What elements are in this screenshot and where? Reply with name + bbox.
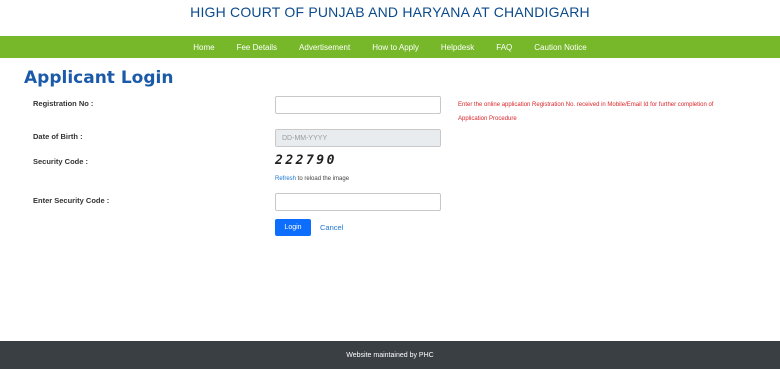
security-code-label: Security Code : — [33, 157, 89, 166]
footer: Website maintained by PHC — [0, 341, 780, 369]
enter-security-code-label: Enter Security Code : — [33, 196, 110, 205]
cancel-link[interactable]: Cancel — [320, 223, 343, 232]
nav-item-caution-notice[interactable]: Caution Notice — [523, 43, 597, 52]
footer-text: Website maintained by PHC — [346, 351, 434, 359]
dob-input[interactable] — [275, 129, 441, 147]
refresh-line: Refresh to reload the image — [275, 176, 349, 182]
refresh-captcha-link[interactable]: Refresh — [275, 176, 296, 182]
site-header: HIGH COURT OF PUNJAB AND HARYANA AT CHAN… — [0, 0, 780, 30]
dob-label: Date of Birth : — [33, 132, 83, 141]
nav-item-helpdesk[interactable]: Helpdesk — [430, 43, 485, 52]
main-navbar: Home Fee Details Advertisement How to Ap… — [0, 36, 780, 58]
nav-item-advertisement[interactable]: Advertisement — [288, 43, 361, 52]
registration-hint: Enter the online application Registratio… — [458, 102, 714, 122]
page-title: Applicant Login — [24, 68, 174, 88]
captcha-image: 222790 — [275, 153, 337, 168]
registration-input[interactable] — [275, 96, 441, 114]
nav-item-faq[interactable]: FAQ — [485, 43, 523, 52]
site-title: HIGH COURT OF PUNJAB AND HARYANA AT CHAN… — [190, 4, 590, 20]
refresh-suffix: to reload the image — [296, 176, 350, 182]
page: HIGH COURT OF PUNJAB AND HARYANA AT CHAN… — [0, 0, 780, 369]
nav-item-home[interactable]: Home — [182, 43, 225, 52]
registration-label: Registration No : — [33, 99, 94, 108]
login-button[interactable]: Login — [275, 219, 311, 236]
nav-item-fee-details[interactable]: Fee Details — [226, 43, 288, 52]
nav-item-how-to-apply[interactable]: How to Apply — [361, 43, 430, 52]
security-code-input[interactable] — [275, 193, 441, 211]
